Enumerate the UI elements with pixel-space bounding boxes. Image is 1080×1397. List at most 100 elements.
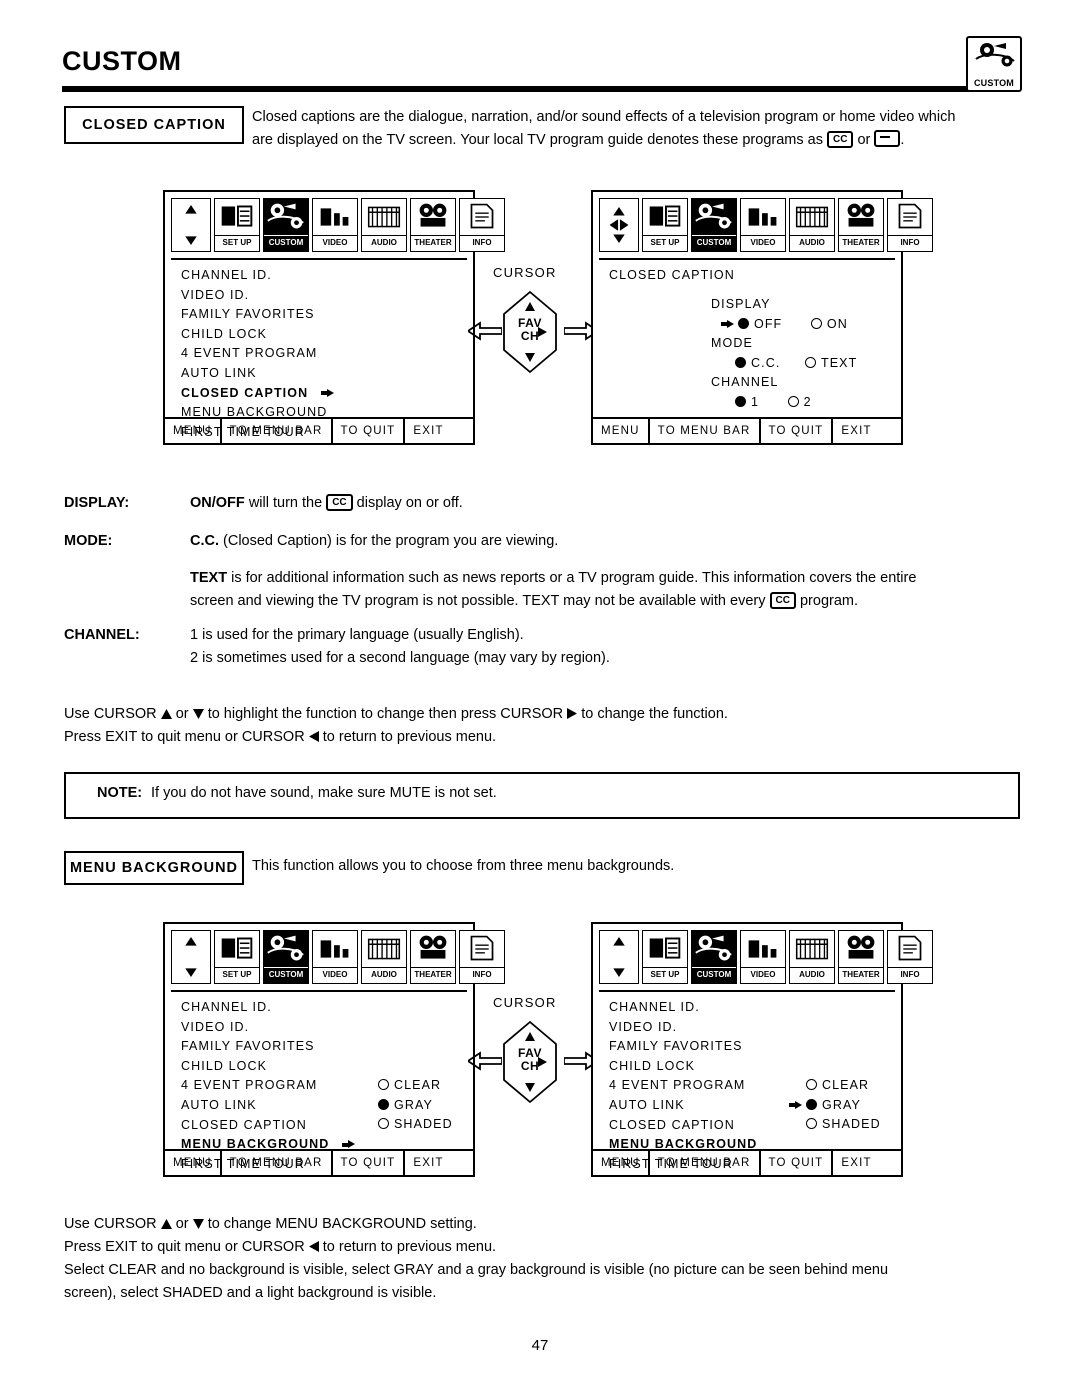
osd-icon-custom-4[interactable]: CUSTOM: [691, 930, 737, 984]
mb2-item-child-lock[interactable]: CHILD LOCK: [609, 1057, 757, 1077]
menu-item-4-event-program[interactable]: 4 EVENT PROGRAM: [181, 344, 334, 364]
menu-item-closed-caption[interactable]: CLOSED CAPTION: [181, 384, 334, 404]
menu-background-list-right[interactable]: CHANNEL ID. VIDEO ID. FAMILY FAVORITES C…: [609, 998, 757, 1174]
mb-option-shaded-right[interactable]: SHADED: [806, 1115, 881, 1135]
osd-panel-menu-background-left[interactable]: SET UP CUSTOM VIDEO AUDIO THEATER INFO C…: [163, 922, 505, 1177]
mb-item-child-lock[interactable]: CHILD LOCK: [181, 1057, 355, 1077]
osd-icon-video-3[interactable]: VIDEO: [312, 930, 358, 984]
cursor-arrows-icon[interactable]: [171, 198, 211, 252]
radio-on[interactable]: [810, 317, 822, 329]
osd-icon-set-up-2[interactable]: SET UP: [642, 198, 688, 252]
osd-btn-menu-4[interactable]: MENU: [593, 1151, 648, 1175]
osd-icon-info-2[interactable]: INFO: [887, 198, 933, 252]
osd-btn-to-menu-bar[interactable]: TO MENU BAR: [219, 419, 331, 443]
osd-icon-theater-2[interactable]: THEATER: [838, 198, 884, 252]
osd-icon-set-up-4[interactable]: SET UP: [642, 930, 688, 984]
mb-option-shaded-left[interactable]: SHADED: [378, 1115, 453, 1135]
osd-icon-custom-3[interactable]: CUSTOM: [263, 930, 309, 984]
menu-item-auto-link[interactable]: AUTO LINK: [181, 364, 334, 384]
radio-off[interactable]: [738, 317, 749, 329]
menu-item-family-favorites[interactable]: FAMILY FAVORITES: [181, 305, 334, 325]
mb-option-clear-left[interactable]: CLEAR: [378, 1076, 453, 1096]
osd-icon-video[interactable]: VIDEO: [312, 198, 358, 252]
osd-panel-custom-menu[interactable]: SET UP CUSTOM VIDEO AUDIO THEATER INFO C…: [163, 190, 505, 445]
osd-btn-menu[interactable]: MENU: [165, 419, 220, 443]
cc-group-mode-options[interactable]: C.C. TEXT: [711, 354, 857, 374]
mb-item-channel-id[interactable]: CHANNEL ID.: [181, 998, 355, 1018]
osd-icon-audio-2[interactable]: AUDIO: [789, 198, 835, 252]
custom-menu-list[interactable]: CHANNEL ID. VIDEO ID. FAMILY FAVORITES C…: [181, 266, 334, 442]
osd-icon-theater[interactable]: THEATER: [410, 198, 456, 252]
osd-btn-menu-3[interactable]: MENU: [165, 1151, 220, 1175]
osd-panel-menu-background-right[interactable]: SET UP CUSTOM VIDEO AUDIO THEATER INFO C…: [591, 922, 933, 1177]
mb-item-family-favorites[interactable]: FAMILY FAVORITES: [181, 1037, 355, 1057]
osd-icon-set-up[interactable]: SET UP: [214, 198, 260, 252]
cc-submenu-groups[interactable]: DISPLAY OFF ON MODE C.C. TEXT CHANNEL 1 …: [711, 295, 857, 413]
osd-icon-set-up-3[interactable]: SET UP: [214, 930, 260, 984]
osd-btn-exit-2[interactable]: EXIT: [831, 419, 879, 443]
osd-icon-audio[interactable]: AUDIO: [361, 198, 407, 252]
osd-icon-bar[interactable]: SET UP CUSTOM VIDEO AUDIO THEATER INFO: [171, 198, 505, 252]
mb-item-4-event-program[interactable]: 4 EVENT PROGRAM: [181, 1076, 355, 1096]
osd-btn-to-quit-4[interactable]: TO QUIT: [758, 1151, 832, 1175]
osd-btn-exit-3[interactable]: EXIT: [403, 1151, 451, 1175]
mb2-item-closed-caption[interactable]: CLOSED CAPTION: [609, 1116, 757, 1136]
radio-cc[interactable]: [735, 356, 746, 368]
osd-btn-exit-4[interactable]: EXIT: [831, 1151, 879, 1175]
osd-btn-to-menu-bar-4[interactable]: TO MENU BAR: [647, 1151, 759, 1175]
osd-btn-to-quit-2[interactable]: TO QUIT: [758, 419, 832, 443]
mb-item-video-id[interactable]: VIDEO ID.: [181, 1018, 355, 1038]
radio-gray-right[interactable]: [806, 1098, 817, 1110]
osd-btn-menu-2[interactable]: MENU: [593, 419, 648, 443]
osd-bottom-bar-3[interactable]: MENU TO MENU BAR TO QUIT EXIT: [165, 1149, 473, 1175]
radio-shaded-right[interactable]: [806, 1118, 817, 1130]
radio-clear-right[interactable]: [806, 1079, 817, 1090]
cursor-arrows-icon-3[interactable]: [171, 930, 211, 984]
osd-bottom-bar-4[interactable]: MENU TO MENU BAR TO QUIT EXIT: [593, 1149, 901, 1175]
cursor-arrows-icon-2[interactable]: [599, 198, 639, 252]
mb2-item-family-favorites[interactable]: FAMILY FAVORITES: [609, 1037, 757, 1057]
radio-channel-1[interactable]: [735, 395, 746, 407]
radio-clear-left[interactable]: [378, 1079, 389, 1090]
osd-btn-to-quit[interactable]: TO QUIT: [330, 419, 404, 443]
osd-icon-custom-2[interactable]: CUSTOM: [691, 198, 737, 252]
mb2-item-video-id[interactable]: VIDEO ID.: [609, 1018, 757, 1038]
cc-group-channel-options[interactable]: 1 2: [711, 393, 857, 413]
osd-icon-audio-4[interactable]: AUDIO: [789, 930, 835, 984]
osd-icon-audio-3[interactable]: AUDIO: [361, 930, 407, 984]
osd-icon-bar-4[interactable]: SET UP CUSTOM VIDEO AUDIO THEATER INFO: [599, 930, 933, 984]
osd-btn-to-menu-bar-2[interactable]: TO MENU BAR: [647, 419, 759, 443]
osd-icon-custom[interactable]: CUSTOM: [263, 198, 309, 252]
mb-item-auto-link[interactable]: AUTO LINK: [181, 1096, 355, 1116]
osd-icon-theater-4[interactable]: THEATER: [838, 930, 884, 984]
mb2-item-channel-id[interactable]: CHANNEL ID.: [609, 998, 757, 1018]
osd-btn-exit[interactable]: EXIT: [403, 419, 451, 443]
radio-channel-2[interactable]: [787, 395, 799, 407]
osd-icon-video-2[interactable]: VIDEO: [740, 198, 786, 252]
menu-item-channel-id[interactable]: CHANNEL ID.: [181, 266, 334, 286]
osd-btn-to-quit-3[interactable]: TO QUIT: [330, 1151, 404, 1175]
osd-bottom-bar[interactable]: MENU TO MENU BAR TO QUIT EXIT: [165, 417, 473, 443]
radio-text[interactable]: [804, 356, 816, 368]
osd-icon-bar-2[interactable]: SET UP CUSTOM VIDEO AUDIO THEATER INFO: [599, 198, 933, 252]
radio-shaded-left[interactable]: [378, 1118, 389, 1130]
menu-item-child-lock[interactable]: CHILD LOCK: [181, 325, 334, 345]
mb-option-gray-right[interactable]: GRAY: [789, 1096, 881, 1116]
menu-background-options-right[interactable]: CLEAR GRAY SHADED: [789, 1076, 881, 1135]
osd-btn-to-menu-bar-3[interactable]: TO MENU BAR: [219, 1151, 331, 1175]
osd-icon-info[interactable]: INFO: [459, 198, 505, 252]
osd-icon-theater-3[interactable]: THEATER: [410, 930, 456, 984]
osd-bottom-bar-2[interactable]: MENU TO MENU BAR TO QUIT EXIT: [593, 417, 901, 443]
mb2-item-4-event-program[interactable]: 4 EVENT PROGRAM: [609, 1076, 757, 1096]
osd-icon-info-4[interactable]: INFO: [887, 930, 933, 984]
menu-item-video-id[interactable]: VIDEO ID.: [181, 286, 334, 306]
osd-icon-bar-3[interactable]: SET UP CUSTOM VIDEO AUDIO THEATER INFO: [171, 930, 505, 984]
radio-gray-left[interactable]: [378, 1098, 389, 1110]
osd-panel-closed-caption[interactable]: SET UP CUSTOM VIDEO AUDIO THEATER INFO C…: [591, 190, 933, 445]
mb-option-gray-left[interactable]: GRAY: [378, 1096, 453, 1116]
mb2-item-auto-link[interactable]: AUTO LINK: [609, 1096, 757, 1116]
menu-background-list-left[interactable]: CHANNEL ID. VIDEO ID. FAMILY FAVORITES C…: [181, 998, 356, 1174]
osd-icon-video-4[interactable]: VIDEO: [740, 930, 786, 984]
cursor-arrows-icon-4[interactable]: [599, 930, 639, 984]
osd-icon-info-3[interactable]: INFO: [459, 930, 505, 984]
